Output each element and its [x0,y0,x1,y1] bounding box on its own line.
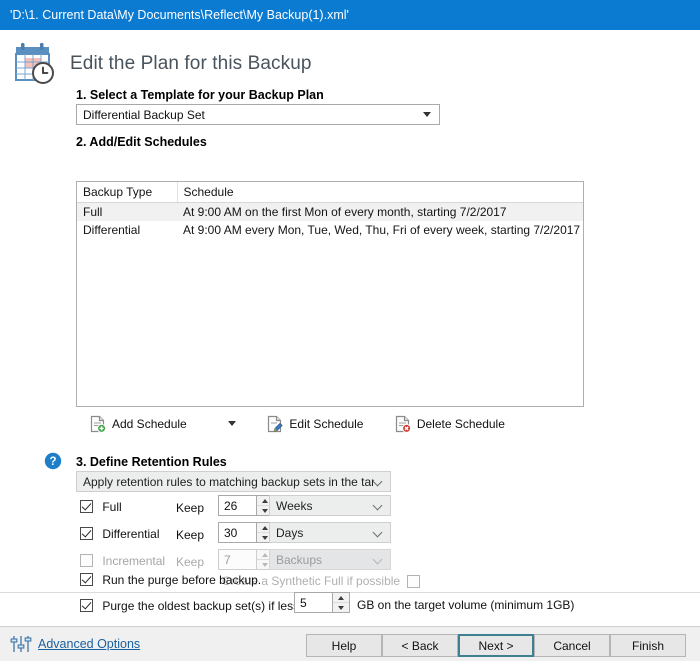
schedule-toolbar: Add Schedule Edit Schedule Delete Schedu… [90,415,533,433]
incremental-keep-spinner: 7 [218,549,274,570]
add-schedule-label: Add Schedule [112,417,187,431]
full-label: Full [102,499,122,514]
page-title: Edit the Plan for this Backup [70,53,312,74]
full-keep-value[interactable]: 26 [219,496,256,515]
differential-unit-dropdown[interactable]: Days [269,522,391,543]
purge-spinner-buttons[interactable] [332,593,349,612]
chevron-down-icon [423,112,431,117]
purge-oldest-checkbox[interactable] [80,599,93,613]
delete-schedule-button[interactable]: Delete Schedule [395,415,505,433]
differential-unit-value: Days [276,525,304,540]
incremental-label: Incremental [102,553,166,568]
sliders-icon [10,634,32,654]
document-delete-icon [395,415,411,433]
purge-before-backup-label: Run the purge before backup. [102,572,262,587]
template-dropdown[interactable]: Differential Backup Set [76,104,440,125]
chevron-down-icon [374,528,383,537]
keep-label-differential: Keep [176,528,205,542]
add-schedule-button[interactable]: Add Schedule [90,415,187,433]
help-button[interactable]: Help [306,634,382,657]
finish-button[interactable]: Finish [610,634,686,657]
purge-oldest-row: Purge the oldest backup set(s) if less t… [80,598,326,613]
table-row[interactable]: Full At 9:00 AM on the first Mon of ever… [77,202,583,221]
back-button-label: < Back [401,638,439,653]
finish-button-label: Finish [631,638,664,653]
window-title-text: 'D:\1. Current Data\My Documents\Reflect… [10,8,349,22]
incremental-unit-value: Backups [276,552,323,567]
synthetic-full-checkbox [407,574,421,588]
keep-label-incremental: Keep [176,555,205,569]
step3-label: 3. Define Retention Rules [76,455,227,469]
differential-label: Differential [102,526,160,541]
section-divider [0,592,700,593]
keep-label-full: Keep [176,501,205,515]
cell-schedule: At 9:00 AM every Mon, Tue, Wed, Thu, Fri… [183,223,581,237]
cancel-button-label: Cancel [553,638,591,653]
full-unit-value: Weeks [276,498,313,513]
spinner-up-icon[interactable] [333,593,349,603]
retention-scope-dropdown[interactable]: Apply retention rules to matching backup… [76,471,391,492]
next-button[interactable]: Next > [458,634,534,657]
window-title-bar: 'D:\1. Current Data\My Documents\Reflect… [0,0,700,30]
help-icon[interactable]: ? [44,452,62,470]
add-schedule-dropdown-arrow-icon[interactable] [228,420,237,426]
full-checkbox[interactable] [80,500,93,514]
full-keep-spinner[interactable]: 26 [218,495,274,516]
purge-threshold-spinner[interactable]: 5 [294,592,350,613]
incremental-keep-value: 7 [224,552,231,567]
edit-schedule-button[interactable]: Edit Schedule [267,415,363,433]
retention-rule-differential: Differential [80,526,159,548]
calendar-clock-icon [12,42,56,86]
cell-backup-type: Full [77,202,177,221]
purge-threshold-suffix: GB on the target volume (minimum 1GB) [357,598,575,612]
template-dropdown-value: Differential Backup Set [83,107,205,122]
full-unit-dropdown[interactable]: Weeks [269,495,391,516]
delete-schedule-label: Delete Schedule [416,417,505,431]
footer-bar: Advanced Options Help < Back Next > Canc… [0,626,700,661]
document-edit-icon [267,415,284,433]
chevron-down-icon [374,501,383,510]
next-button-label: Next > [478,638,514,653]
retention-scope-value: Apply retention rules to matching backup… [83,474,374,489]
purge-threshold-value[interactable]: 5 [295,593,332,612]
purge-oldest-label: Purge the oldest backup set(s) if less t… [102,598,326,613]
retention-rule-full: Full [80,499,122,521]
differential-keep-spinner[interactable]: 30 [218,522,274,543]
column-header-backup-type[interactable]: Backup Type [77,182,178,203]
cancel-button[interactable]: Cancel [534,634,610,657]
wizard-page: Edit the Plan for this Backup 1. Select … [0,30,700,626]
chevron-down-icon [374,555,383,564]
table-header-row: Backup Type Schedule [77,182,583,203]
differential-keep-value[interactable]: 30 [219,523,256,542]
incremental-checkbox[interactable] [80,554,93,568]
schedules-table[interactable]: Backup Type Schedule Full At 9:00 AM on … [76,181,584,407]
help-button-label: Help [331,638,357,653]
cell-backup-type: Differential [83,223,141,237]
purge-before-backup-checkbox[interactable] [80,573,93,587]
chevron-down-icon [374,477,383,486]
svg-text:?: ? [49,456,56,468]
differential-checkbox[interactable] [80,527,93,541]
table-row[interactable]: Differential At 9:00 AM every Mon, Tue, … [77,221,583,239]
edit-schedule-label: Edit Schedule [289,417,364,431]
document-add-icon [90,415,107,433]
spinner-down-icon[interactable] [333,603,349,612]
page-header: Edit the Plan for this Backup [12,42,312,86]
cell-schedule: At 9:00 AM on the first Mon of every mon… [177,202,583,221]
back-button[interactable]: < Back [382,634,458,657]
incremental-unit-dropdown: Backups [269,549,391,570]
column-header-schedule[interactable]: Schedule [177,182,583,203]
step1-label: 1. Select a Template for your Backup Pla… [76,88,324,102]
step2-label: 2. Add/Edit Schedules [76,135,207,149]
purge-before-backup-row: Run the purge before backup. [80,572,261,587]
advanced-options-link[interactable]: Advanced Options [38,637,140,651]
